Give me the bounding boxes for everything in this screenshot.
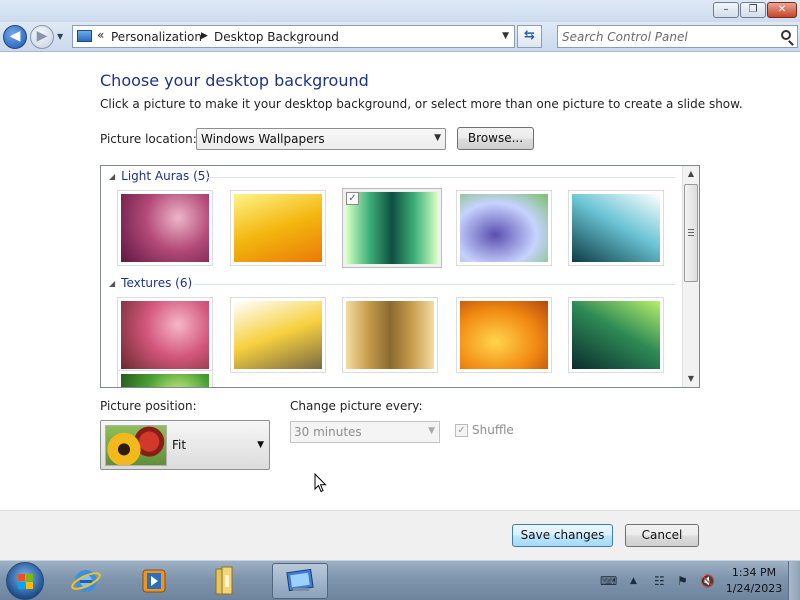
wallpaper-thumb-selected[interactable]: ✓ (342, 188, 442, 268)
wallpaper-thumb[interactable] (230, 297, 326, 373)
navigation-bar: ◀ ▶ ▼ « Personalization ▶ Desktop Backgr… (0, 22, 800, 52)
address-history-dropdown-icon[interactable]: ▼ (502, 31, 509, 41)
group-title: Light Auras (5) (121, 169, 211, 183)
group-header-light-auras[interactable]: ◢ Light Auras (5) (109, 169, 210, 183)
page-title: Choose your desktop background (100, 71, 369, 90)
group-divider (194, 284, 675, 285)
grip-icon (688, 229, 694, 236)
texture-green-leaves-image (572, 301, 660, 369)
breadcrumb-personalization[interactable]: Personalization (111, 30, 202, 44)
wallpaper-thumb[interactable] (568, 297, 664, 373)
picture-position-select[interactable]: Fit ▼ (100, 420, 270, 470)
maximize-button[interactable]: ❐ (740, 2, 766, 18)
light-aura-green-image (346, 192, 438, 264)
chevron-down-icon: ▼ (434, 133, 441, 143)
start-orb-icon[interactable] (6, 562, 44, 600)
file-explorer-icon[interactable] (198, 563, 254, 599)
position-preview-image (105, 425, 167, 466)
forward-button[interactable]: ▶ (30, 25, 54, 49)
recent-pages-dropdown-icon[interactable]: ▼ (57, 32, 63, 41)
cancel-button[interactable]: Cancel (625, 524, 699, 547)
media-player-icon[interactable] (126, 563, 182, 599)
action-center-icon[interactable]: ⚑ (677, 574, 688, 588)
picture-location-label: Picture location: (100, 132, 197, 146)
internet-explorer-icon[interactable] (58, 563, 114, 599)
wallpaper-thumb[interactable] (117, 297, 213, 373)
wallpaper-thumb[interactable] (117, 370, 213, 387)
wallpaper-thumb[interactable] (456, 190, 552, 266)
light-aura-teal-image (572, 194, 660, 262)
group-header-textures[interactable]: ◢ Textures (6) (109, 276, 192, 290)
wallpaper-thumb[interactable] (456, 297, 552, 373)
search-icon[interactable] (781, 30, 791, 40)
collapse-triangle-icon[interactable]: ◢ (109, 172, 115, 181)
texture-gold-pattern-image (346, 301, 434, 369)
texture-green-fern-image (121, 374, 209, 387)
picture-position-label: Picture position: (100, 399, 197, 413)
breadcrumb-arrow-icon[interactable]: ▶ (201, 31, 208, 41)
show-hidden-icons-arrow[interactable]: ▲ (630, 576, 637, 586)
taskbar-clock[interactable]: 1:34 PM 1/24/2023 (722, 565, 786, 597)
windows-flag-icon (18, 574, 33, 589)
save-changes-button[interactable]: Save changes (512, 524, 613, 547)
window-caption: – ❐ ✕ (0, 0, 800, 22)
chevron-down-icon: ▼ (257, 440, 264, 450)
clock-time: 1:34 PM (731, 566, 777, 579)
search-box[interactable] (557, 25, 798, 48)
light-aura-magenta-image (121, 194, 209, 262)
shuffle-checkbox[interactable]: ✓ (455, 424, 468, 437)
volume-muted-icon[interactable]: 🔇 (700, 574, 715, 588)
picture-location-select[interactable]: Windows Wallpapers ▼ (196, 128, 446, 150)
back-button[interactable]: ◀ (3, 25, 27, 49)
show-desktop-button[interactable] (788, 561, 800, 600)
control-panel-icon (77, 30, 92, 42)
wallpaper-gallery[interactable]: ◢ Light Auras (5) ✓ ◢ Textures (6) ▲ ▼ (100, 165, 700, 388)
selected-checkbox[interactable]: ✓ (346, 192, 359, 205)
chevron-down-icon: ▼ (428, 426, 435, 436)
browse-button[interactable]: Browse... (457, 127, 534, 150)
wallpaper-thumb[interactable] (117, 190, 213, 266)
gallery-scrollbar[interactable]: ▲ ▼ (682, 166, 699, 387)
clock-date: 1/24/2023 (725, 582, 783, 595)
mouse-pointer-icon (314, 473, 327, 493)
taskbar: ⌨ ▲ ☷ ⚑ 🔇 1:34 PM 1/24/2023 (0, 560, 800, 600)
texture-orange-gerbera-image (460, 301, 548, 369)
wallpaper-thumb[interactable] (230, 190, 326, 266)
texture-frangipani-image (234, 301, 322, 369)
change-interval-label: Change picture every: (290, 399, 423, 413)
search-input[interactable] (562, 29, 772, 44)
dialog-footer: Save changes Cancel (0, 510, 800, 560)
light-aura-prism-image (460, 194, 548, 262)
breadcrumb-overflow[interactable]: « (97, 28, 104, 42)
collapse-triangle-icon[interactable]: ◢ (109, 279, 115, 288)
change-interval-select[interactable]: 30 minutes ▼ (290, 421, 440, 443)
page-description: Click a picture to make it your desktop … (100, 97, 743, 111)
light-aura-yellow-image (234, 194, 322, 262)
minimize-button[interactable]: – (713, 2, 739, 18)
network-icon[interactable]: ☷ (654, 574, 665, 588)
change-interval-value: 30 minutes (294, 425, 362, 439)
keyboard-icon[interactable]: ⌨ (600, 574, 617, 588)
shuffle-label: Shuffle (472, 423, 514, 437)
picture-position-value: Fit (172, 438, 187, 452)
breadcrumb-desktop-background[interactable]: Desktop Background (214, 30, 339, 44)
scroll-down-arrow-icon[interactable]: ▼ (683, 371, 699, 387)
picture-location-value: Windows Wallpapers (201, 132, 325, 146)
texture-pink-flower-image (121, 301, 209, 369)
group-divider (207, 177, 675, 178)
wallpaper-thumb[interactable] (342, 297, 438, 373)
refresh-button[interactable]: ⇆ (517, 25, 542, 48)
address-bar[interactable]: « Personalization ▶ Desktop Background ▼ (72, 25, 515, 48)
group-title: Textures (6) (121, 276, 193, 290)
scroll-up-arrow-icon[interactable]: ▲ (683, 166, 699, 182)
scrollbar-thumb[interactable] (684, 184, 698, 282)
wallpaper-thumb[interactable] (568, 190, 664, 266)
control-panel-icon[interactable] (272, 563, 328, 599)
close-button[interactable]: ✕ (767, 2, 797, 18)
